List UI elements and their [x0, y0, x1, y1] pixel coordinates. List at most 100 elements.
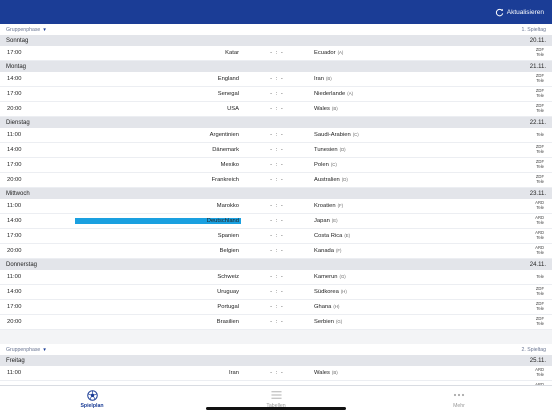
group-label: (C): [352, 132, 359, 137]
away-team-name: Polen: [314, 162, 329, 168]
group-label: (H): [333, 304, 340, 309]
group-label: (D): [339, 147, 346, 152]
tv-channels: ZDF Tele: [536, 175, 544, 184]
home-team: Uruguay: [217, 289, 239, 295]
match-time: 11:00: [7, 203, 22, 209]
tv-channel: Tele: [536, 164, 544, 169]
match-time: 17:00: [7, 162, 22, 168]
match-score: - : -: [270, 218, 284, 224]
match-row[interactable]: 17:00 Spanien - : - Costa Rica (E) ARD Tele: [0, 229, 552, 244]
match-score: - : -: [270, 50, 284, 56]
match-row[interactable]: 14:00 Deutschland - : - Japan (E) ARD Tele: [0, 214, 552, 229]
match-row[interactable]: 20:00 Frankreich - : - Australien (D) ZDF Tele: [0, 173, 552, 188]
group-label: (B): [326, 76, 332, 81]
away-team: Saudi-Arabien (C): [314, 132, 359, 138]
group-label: (F): [337, 203, 344, 208]
refresh-button[interactable]: Aktualisieren: [495, 6, 544, 18]
away-team-name: Costa Rica: [314, 233, 343, 239]
tab-mehr[interactable]: Mehr: [429, 389, 489, 409]
caret-down-icon: ▼: [42, 27, 47, 32]
home-indicator: [206, 407, 346, 410]
tv-channels: ARDTele: [535, 368, 544, 377]
match-row[interactable]: 20:00 USA - : - Wales (B) ZDF Tele: [0, 102, 552, 117]
phase-selector[interactable]: Gruppenphase ▼: [6, 347, 47, 353]
tab-tabellen[interactable]: Tabellen: [246, 389, 306, 409]
tv-channel: Tele: [536, 220, 544, 225]
tv-channel: Tele: [536, 93, 544, 98]
away-team-name: Wales: [314, 106, 330, 112]
match-row[interactable]: 11:00 Iran - : - Wales (B) ARD Tele: [0, 366, 552, 381]
match-score: - : -: [270, 289, 284, 295]
day-name: Montag: [6, 63, 27, 70]
match-row[interactable]: 17:00 Katar - : - Ecuador (A) ZDF Tele: [0, 46, 552, 61]
match-schedule-list[interactable]: Gruppenphase ▼ 1. Spieltag Sonntag 20.11. 17:…: [0, 24, 552, 386]
tv-channels: ZDF Tele: [536, 160, 544, 169]
match-score: - : -: [270, 147, 284, 153]
day-name: Freitag: [6, 357, 25, 364]
group-label: (G): [339, 274, 346, 279]
tv-channel: Tele: [536, 250, 544, 255]
matchday-label: 2. Spieltag: [521, 346, 546, 353]
day-name: Dienstag: [6, 119, 30, 126]
day-date: 20.11.: [529, 37, 546, 44]
tv-channels: ZDF Tele: [536, 287, 544, 296]
match-row[interactable]: 17:00 Senegal - : - Niederlande (A) ZDF Tele: [0, 87, 552, 102]
match-score: - : -: [270, 233, 284, 239]
away-team: Costa Rica (E): [314, 233, 350, 239]
tv-channels: ARDTele: [535, 216, 544, 225]
tv-channel: Tele: [536, 235, 544, 240]
match-time: 14:00: [7, 147, 22, 153]
day-name: Sonntag: [6, 37, 29, 44]
match-score: - : -: [270, 76, 284, 82]
away-team: Japan (E): [314, 218, 338, 224]
group-label: (C): [330, 162, 337, 167]
tv-channels: ZDF Tele: [536, 74, 544, 83]
match-score: - : -: [270, 162, 284, 168]
section-spacer: [0, 330, 552, 344]
caret-down-icon: ▼: [42, 347, 47, 352]
match-row[interactable]: 14:00 Uruguay - : - Südkorea (H) ZDF Tele: [0, 285, 552, 300]
tv-channel: Tele: [536, 78, 544, 83]
match-time: 17:00: [7, 50, 22, 56]
tab-spielplan[interactable]: Spielplan: [62, 389, 122, 409]
match-row[interactable]: 11:00 Marokko - : - Kroatien (F) ARD Tele: [0, 199, 552, 214]
home-team: Belgien: [219, 248, 239, 254]
day-date: 21.11.: [529, 63, 546, 70]
match-time: 11:00: [7, 370, 22, 376]
match-row[interactable]: 14:00 Dänemark - : - Tunesien (D) ZDF Tele: [0, 143, 552, 158]
match-row[interactable]: 11:00 Argentinien - : - Saudi-Arabien (C) Tel…: [0, 128, 552, 143]
tab-label: Spielplan: [80, 403, 104, 409]
away-team-name: Iran: [314, 76, 324, 82]
day-date: 23.11.: [529, 190, 546, 197]
home-team: Argentinien: [209, 132, 239, 138]
away-team-name: Ghana: [314, 304, 332, 310]
home-team: Schweiz: [217, 274, 239, 280]
group-label: (G): [335, 319, 343, 324]
away-team: Iran (B): [314, 76, 332, 82]
match-score: - : -: [270, 203, 284, 209]
match-score: - : -: [270, 248, 284, 254]
home-team: Mexiko: [220, 162, 239, 168]
tv-channel: Tele: [536, 321, 544, 326]
match-row[interactable]: 11:00 Schweiz - : - Kamerun (G) Tele: [0, 270, 552, 285]
phase-selector[interactable]: Gruppenphase ▼: [6, 27, 47, 33]
tv-channel: Tele: [536, 273, 544, 279]
day-date: 24.11.: [529, 261, 546, 268]
away-team: Tunesien (D): [314, 147, 346, 153]
list-icon: [270, 389, 282, 401]
home-team: Iran: [229, 370, 239, 376]
match-time: 11:00: [7, 274, 22, 280]
matchday-label: 1. Spieltag: [521, 26, 546, 33]
match-row[interactable]: 20:00 Belgien - : - Kanada (F) ARD Tele: [0, 244, 552, 259]
match-score: - : -: [270, 91, 284, 97]
group-label: (B): [331, 370, 338, 375]
match-row[interactable]: 20:00 Brasilien - : - Serbien (G) ZDF Tele: [0, 315, 552, 330]
match-row[interactable]: 17:00 Portugal - : - Ghana (H) ZDF Tele: [0, 300, 552, 315]
tv-channels: ZDF Tele: [536, 317, 544, 326]
match-row[interactable]: 17:00 Mexiko - : - Polen (C) ZDF Tele: [0, 158, 552, 173]
match-row[interactable]: 14:00 England - : - Iran (B) ZDF Tele: [0, 72, 552, 87]
section-header: Gruppenphase ▼ 1. Spieltag: [0, 24, 552, 35]
day-header: Sonntag 20.11.: [0, 35, 552, 46]
away-team-name: Ecuador: [314, 50, 336, 56]
match-score: - : -: [270, 304, 284, 310]
